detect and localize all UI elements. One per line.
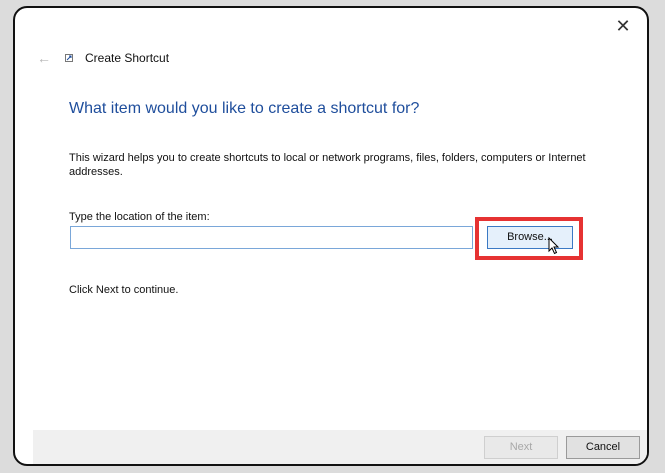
browse-button[interactable]: Browse... — [487, 226, 573, 249]
location-input[interactable] — [70, 226, 473, 249]
close-icon[interactable]: ✕ — [613, 16, 633, 36]
mouse-cursor-icon — [548, 237, 560, 255]
page-heading: What item would you like to create a sho… — [69, 100, 420, 117]
continue-hint: Click Next to continue. — [69, 284, 179, 296]
window-title: Create Shortcut — [85, 51, 170, 65]
title-bar: ← Create Shortcut — [37, 48, 169, 68]
create-shortcut-window: ✕ ← Create Shortcut What item would you … — [13, 6, 649, 466]
back-arrow-icon[interactable]: ← — [37, 50, 53, 66]
cancel-button[interactable]: Cancel — [566, 436, 640, 459]
wizard-description: This wizard helps you to create shortcut… — [69, 152, 586, 178]
next-button[interactable]: Next — [484, 436, 558, 459]
location-label: Type the location of the item: — [69, 211, 210, 223]
shortcut-app-icon — [65, 54, 73, 62]
